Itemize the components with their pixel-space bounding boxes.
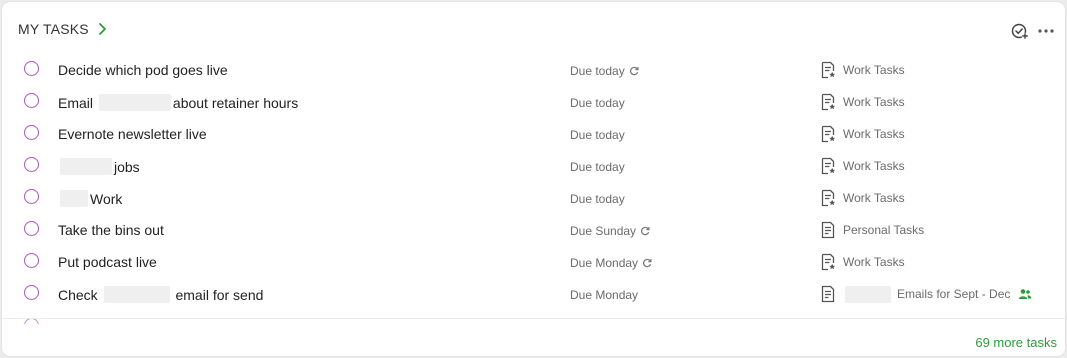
task-checkbox[interactable] <box>24 285 39 300</box>
task-title-text: Work <box>90 190 123 207</box>
recurring-icon <box>643 258 652 268</box>
due-date-label: Due Monday <box>570 288 639 302</box>
task-row[interactable]: Put podcast live Due Monday Work Tasks <box>2 246 1065 278</box>
task-title-text: email for send <box>171 286 264 303</box>
task-checkbox[interactable] <box>24 253 39 268</box>
widget-header: MY TASKS <box>18 18 1065 42</box>
due-date[interactable]: Due Sunday <box>570 224 650 238</box>
due-date[interactable]: Due Monday <box>570 256 652 270</box>
task-title-text: Decide which pod goes live <box>58 62 228 78</box>
note-starred-icon <box>820 189 836 207</box>
note-title: Work Tasks <box>843 159 905 173</box>
task-title[interactable]: Work <box>58 190 122 207</box>
task-row[interactable]: Evernote newsletter live Due today Work Ta… <box>2 118 1065 150</box>
task-checkbox[interactable] <box>24 125 39 140</box>
note-icon <box>820 221 836 239</box>
note-starred-icon <box>820 157 836 175</box>
task-title[interactable]: Put podcast live <box>58 254 157 270</box>
note-title: Work Tasks <box>843 95 905 109</box>
note-title: Personal Tasks <box>843 223 925 237</box>
task-title-text: about retainer hours <box>172 94 299 111</box>
chevron-right-icon[interactable] <box>96 21 110 37</box>
task-title[interactable]: Take the bins out <box>58 222 164 238</box>
due-date-label: Due today <box>570 192 625 206</box>
redacted-text <box>60 190 88 207</box>
task-row[interactable]: Decide which pod goes live Due today Work … <box>2 54 1065 86</box>
note-starred-icon <box>820 253 836 271</box>
redacted-text <box>98 94 171 111</box>
note-title: Work Tasks <box>843 63 905 77</box>
task-title-text: Email <box>58 94 97 111</box>
task-note-link[interactable]: Work Tasks <box>820 189 905 207</box>
task-note-link[interactable]: Work Tasks <box>820 93 905 111</box>
due-date-label: Due today <box>570 128 625 142</box>
task-row[interactable]: Email about retainer hours Due today Work … <box>2 86 1065 118</box>
note-icon <box>820 285 836 303</box>
task-note-link[interactable]: Emails for Sept - Dec <box>820 285 1032 303</box>
my-tasks-widget: MY TASKS Decide which pod goes live Due t… <box>2 2 1065 356</box>
note-title: Emails for Sept - Dec <box>897 287 1011 301</box>
shared-icon <box>1019 289 1032 299</box>
due-date[interactable]: Due today <box>570 128 625 142</box>
due-date-label: Due today <box>570 160 625 174</box>
task-title-text: jobs <box>114 158 140 175</box>
redacted-text <box>845 285 891 303</box>
task-checkbox[interactable] <box>24 189 39 204</box>
widget-footer: 69 more tasks <box>2 318 1065 356</box>
task-title[interactable]: Check email for send <box>58 286 263 303</box>
due-date[interactable]: Due Monday <box>570 288 638 302</box>
note-starred-icon <box>820 93 836 111</box>
task-note-link[interactable]: Personal Tasks <box>820 221 924 239</box>
recurring-icon <box>629 66 639 76</box>
due-date[interactable]: Due today <box>570 64 639 78</box>
task-title-text: Take the bins out <box>58 222 164 238</box>
due-date-label: Due today <box>570 96 625 110</box>
due-date-label: Due Sunday <box>570 224 637 238</box>
note-title: Work Tasks <box>843 127 905 141</box>
due-date[interactable]: Due today <box>570 192 625 206</box>
task-title[interactable]: Evernote newsletter live <box>58 126 207 142</box>
due-date-label: Due today <box>570 64 625 78</box>
task-checkbox[interactable] <box>24 221 39 236</box>
task-row[interactable]: Work Due today Work Tasks <box>2 182 1065 214</box>
widget-title[interactable]: MY TASKS <box>18 21 89 37</box>
note-starred-icon <box>820 125 836 143</box>
add-task-icon[interactable] <box>1009 20 1031 42</box>
task-row[interactable]: Check email for send Due Monday Emails for… <box>2 278 1065 310</box>
task-note-link[interactable]: Work Tasks <box>820 253 905 271</box>
task-note-link[interactable]: Work Tasks <box>820 125 905 143</box>
due-date[interactable]: Due today <box>570 160 625 174</box>
task-title[interactable]: jobs <box>58 158 140 175</box>
task-title-text: Check <box>58 286 102 303</box>
due-date[interactable]: Due today <box>570 96 625 110</box>
task-checkbox[interactable] <box>24 157 39 172</box>
note-title: Work Tasks <box>843 191 905 205</box>
task-title-text: Put podcast live <box>58 254 157 270</box>
task-title[interactable]: Email about retainer hours <box>58 94 298 111</box>
task-note-link[interactable]: Work Tasks <box>820 157 905 175</box>
task-row[interactable]: Take the bins out Due Sunday Personal Task… <box>2 214 1065 246</box>
task-title[interactable]: Decide which pod goes live <box>58 62 228 78</box>
task-note-link[interactable]: Work Tasks <box>820 61 905 79</box>
task-list: Decide which pod goes live Due today Work … <box>2 54 1065 318</box>
task-title-text: Evernote newsletter live <box>58 126 207 142</box>
task-row[interactable]: jobs Due today Work Tasks <box>2 150 1065 182</box>
task-checkbox[interactable] <box>24 93 39 108</box>
redacted-text <box>60 158 112 175</box>
note-title: Work Tasks <box>843 255 905 269</box>
task-checkbox[interactable] <box>24 61 39 76</box>
recurring-icon <box>641 226 650 236</box>
due-date-label: Due Monday <box>570 256 639 270</box>
more-options-icon[interactable] <box>1035 20 1057 42</box>
more-tasks-link[interactable]: 69 more tasks <box>975 335 1057 350</box>
redacted-text <box>103 286 170 303</box>
note-starred-icon <box>820 61 836 79</box>
